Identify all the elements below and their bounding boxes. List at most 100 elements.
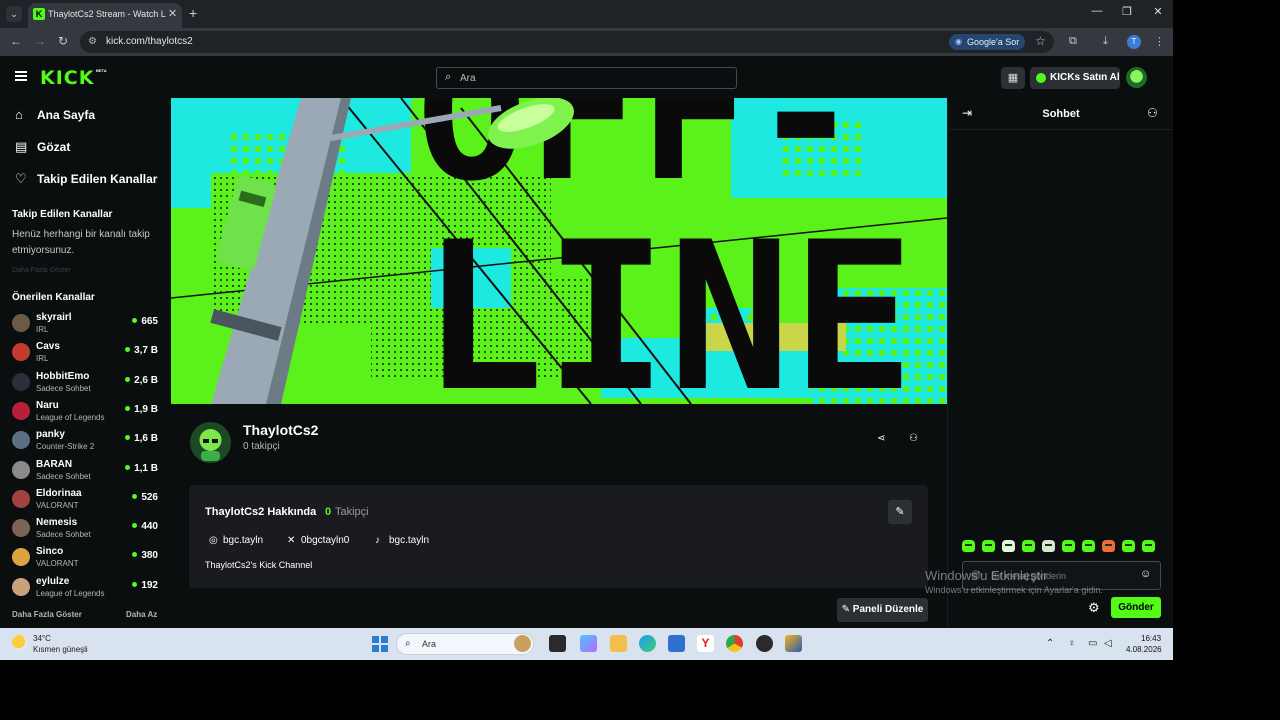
windows-start-icon[interactable] <box>372 636 388 652</box>
collapse-chat-icon[interactable]: ⇥ <box>962 106 972 120</box>
search-input[interactable] <box>460 71 720 85</box>
recommended-channel-row[interactable]: Naru League of Legends 1,9 B <box>10 398 160 424</box>
download-icon[interactable]: ⤓ <box>1103 35 1108 48</box>
follow-user-icon[interactable]: ⚇ <box>909 433 918 444</box>
channel-avatar-art <box>190 422 231 463</box>
send-chat-button[interactable]: Gönder <box>1111 597 1161 618</box>
emoji-icon[interactable]: ☺ <box>1140 568 1151 580</box>
browser-address-bar: ← → ↻ ⚙ kick.com/thaylotcs2 Google'a Sor… <box>0 28 1173 56</box>
emote-icon[interactable] <box>982 540 995 552</box>
recommended-channel-row[interactable]: HobbitEmo Sadece Sohbet 2,6 B <box>10 369 160 395</box>
search-icon: ⌕ <box>445 71 452 83</box>
recommended-channel-row[interactable]: eylulze League of Legends 192 <box>10 574 160 600</box>
followed-show-more: Daha Fazla Göster <box>12 267 71 274</box>
chrome-icon[interactable] <box>726 635 743 652</box>
channel-avatar[interactable] <box>190 422 231 463</box>
app-icon[interactable] <box>756 635 773 652</box>
emote-icon[interactable] <box>1142 540 1155 552</box>
emote-icon[interactable] <box>1002 540 1015 552</box>
microphone-icon[interactable]: ♀ <box>1068 638 1076 649</box>
emote-icon[interactable] <box>1122 540 1135 552</box>
app-icon[interactable] <box>785 635 802 652</box>
dashboard-icon[interactable]: ▦ <box>1001 67 1025 89</box>
edge-icon[interactable] <box>639 635 656 652</box>
recommended-channel-row[interactable]: Sinco VALORANT 380 <box>10 544 160 570</box>
watermark-title: Windows'u Etkinleştir <box>925 568 1048 583</box>
recommended-channel-row[interactable]: Cavs IRL 3,7 B <box>10 339 160 365</box>
browser-profile-avatar[interactable]: T <box>1127 35 1141 49</box>
emote-icon[interactable] <box>1042 540 1055 552</box>
browser-menu-icon[interactable]: ⋮ <box>1154 35 1165 48</box>
window-close-button[interactable]: ✕ <box>1151 5 1165 18</box>
channel-category: League of Legends <box>36 412 105 422</box>
social-link-tiktok[interactable]: ♪ bgc.tayln <box>375 535 429 546</box>
browser-tab[interactable]: K ThaylotCs2 Stream - Watch Live ✕ <box>28 3 182 28</box>
emote-icon[interactable] <box>1062 540 1075 552</box>
edit-panels-label: Paneli Düzenle <box>852 604 924 615</box>
clock-time[interactable]: 16:43 <box>1141 634 1161 643</box>
copilot-icon[interactable] <box>580 635 597 652</box>
url-field[interactable]: ⚙ kick.com/thaylotcs2 Google'a Sor ☆ <box>80 31 1054 53</box>
forward-icon[interactable]: → <box>34 34 46 48</box>
social-link-x[interactable]: ✕ 0bgctayln0 <box>287 535 349 546</box>
recommended-channel-row[interactable]: BARAN Sadece Sohbet 1,1 B <box>10 457 160 483</box>
social-link-instagram[interactable]: ◎ bgc.tayln <box>209 535 263 546</box>
recommended-channel-row[interactable]: Nemesis Sadece Sohbet 440 <box>10 515 160 541</box>
about-follower-label: Takipçi <box>335 506 369 518</box>
channel-name: Sinco <box>36 546 64 558</box>
google-ask-button[interactable]: Google'a Sor <box>949 34 1026 50</box>
bookmark-star-icon[interactable]: ☆ <box>1035 34 1046 48</box>
chat-users-icon[interactable]: ⚇ <box>1147 106 1158 120</box>
weather-icon[interactable] <box>12 635 28 651</box>
sidebar-item-home[interactable]: ⌂ Ana Sayfa <box>0 99 170 129</box>
site-info-icon[interactable]: ⚙ <box>88 36 97 47</box>
window-minimize-button[interactable]: — <box>1090 5 1104 17</box>
edit-panels-button[interactable]: ✎ Paneli Düzenle <box>837 598 928 622</box>
offline-banner-art: OFF- LINE <box>171 98 947 404</box>
user-avatar[interactable] <box>1126 67 1147 88</box>
tab-title: ThaylotCs2 Stream - Watch Live <box>48 9 166 19</box>
clock-date[interactable]: 4.08.2026 <box>1126 645 1162 654</box>
recommended-channel-row[interactable]: skyrairl IRL 665 <box>10 310 160 336</box>
edit-about-button[interactable]: ✎ <box>888 500 912 524</box>
viewer-count: 1,9 B <box>125 404 158 415</box>
new-tab-button[interactable]: + <box>189 5 197 21</box>
weather-temperature[interactable]: 34°C <box>33 634 51 643</box>
window-restore-button[interactable]: ❐ <box>1120 5 1134 18</box>
viewer-count: 2,6 B <box>125 375 158 386</box>
yandex-icon[interactable]: Y <box>697 635 714 652</box>
menu-icon[interactable] <box>15 71 27 81</box>
store-icon[interactable] <box>668 635 685 652</box>
show-more-link[interactable]: Daha Fazla Göster <box>12 610 82 619</box>
share-icon[interactable]: ⋖ <box>877 433 885 444</box>
emote-icon[interactable] <box>962 540 975 552</box>
tab-close-icon[interactable]: ✕ <box>168 7 177 20</box>
tray-overflow-icon[interactable]: ⌃ <box>1046 638 1054 649</box>
emote-icon[interactable] <box>1022 540 1035 552</box>
sidebar-item-following[interactable]: ♡ Takip Edilen Kanallar <box>0 163 170 193</box>
emote-icon[interactable] <box>1102 540 1115 552</box>
viewer-count: 1,1 B <box>125 463 158 474</box>
task-view-icon[interactable] <box>549 635 566 652</box>
search-highlight-icon[interactable] <box>514 635 531 652</box>
show-less-link[interactable]: Daha Az <box>126 610 157 619</box>
network-icon[interactable]: ▭ <box>1088 638 1097 649</box>
emote-icon[interactable] <box>1082 540 1095 552</box>
tab-search-button[interactable]: ⌄ <box>6 6 22 22</box>
buy-kicks-button[interactable]: KICKs Satın Al <box>1030 67 1120 89</box>
recommended-channel-row[interactable]: panky Counter-Strike 2 1,6 B <box>10 427 160 453</box>
weather-description[interactable]: Kısmen güneşli <box>33 645 88 654</box>
kick-logo[interactable]: KICK <box>40 67 94 89</box>
file-explorer-icon[interactable] <box>610 635 627 652</box>
url-text[interactable]: kick.com/thaylotcs2 <box>106 36 193 47</box>
volume-icon[interactable]: ◁ <box>1104 638 1112 649</box>
recommended-channel-row[interactable]: Eldorinaa VALORANT 526 <box>10 486 160 512</box>
offline-banner: OFF- LINE <box>171 98 947 404</box>
back-icon[interactable]: ← <box>10 34 22 48</box>
sidebar-item-label: Takip Edilen Kanallar <box>37 172 158 186</box>
chat-settings-gear-icon[interactable]: ⚙ <box>1088 600 1100 616</box>
reload-icon[interactable]: ↻ <box>58 34 68 48</box>
extensions-icon[interactable]: ⧉ <box>1069 35 1077 48</box>
sidebar-item-browse[interactable]: ▤ Gözat <box>0 131 170 161</box>
search-bar[interactable]: ⌕ <box>436 67 737 89</box>
